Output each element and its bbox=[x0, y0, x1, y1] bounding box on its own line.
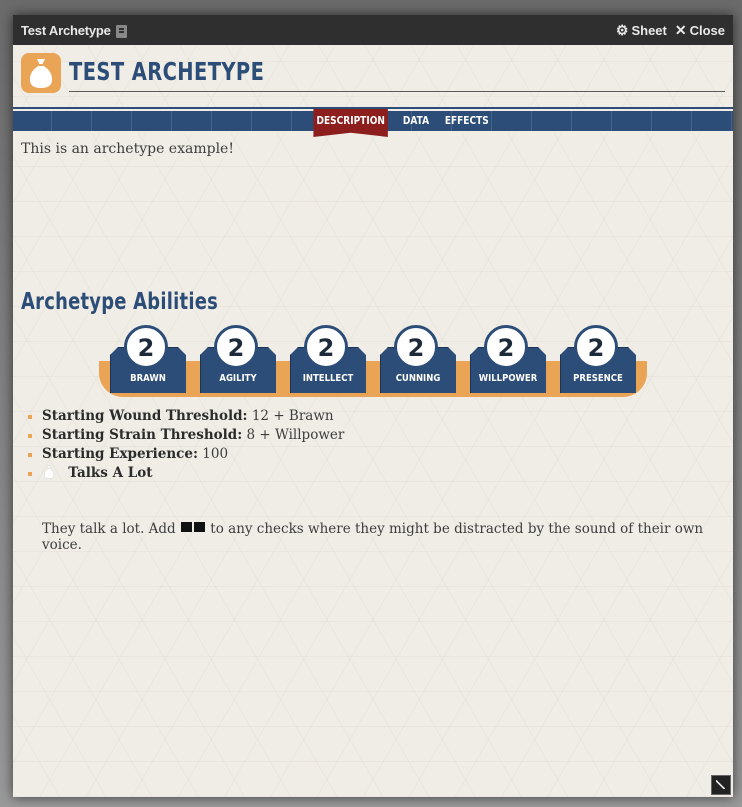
archetype-sheet-window: Test Archetype ⚙ Sheet ✕ Close TEST ARCH… bbox=[13, 15, 733, 797]
sheet-button-label: Sheet bbox=[631, 22, 667, 38]
stat-value: 100 bbox=[202, 446, 229, 462]
bag-icon bbox=[43, 465, 55, 479]
characteristic-value: 2 bbox=[304, 325, 348, 369]
characteristic-label: WILLPOWER bbox=[478, 373, 538, 384]
stat-key: Starting Experience: bbox=[42, 446, 198, 462]
stat-value: 12 + Brawn bbox=[251, 408, 334, 424]
close-button-label: Close bbox=[689, 22, 725, 38]
sheet-header: TEST ARCHETYPE bbox=[21, 53, 725, 95]
list-item: Starting Wound Threshold: 12 + Brawn bbox=[27, 407, 344, 426]
characteristic-value: 2 bbox=[124, 325, 168, 369]
talent-name: Talks A Lot bbox=[68, 465, 153, 481]
window-title: Test Archetype bbox=[21, 22, 111, 38]
characteristic-label: PRESENCE bbox=[573, 373, 623, 384]
list-item: Starting Strain Threshold: 8 + Willpower bbox=[27, 426, 344, 445]
tab-effects[interactable]: EFFECTS bbox=[442, 109, 492, 133]
window-titlebar[interactable]: Test Archetype ⚙ Sheet ✕ Close bbox=[13, 15, 733, 45]
characteristic-value: 2 bbox=[394, 325, 438, 369]
bag-icon bbox=[29, 59, 53, 88]
characteristic-value: 2 bbox=[574, 325, 618, 369]
characteristic-label: CUNNING bbox=[395, 373, 441, 384]
characteristic-label: AGILITY bbox=[219, 373, 257, 384]
stat-value: 8 + Willpower bbox=[246, 427, 345, 443]
sheet-tab-bar: DESCRIPTION DATA EFFECTS bbox=[13, 107, 733, 137]
characteristic-cunning: 2 CUNNING bbox=[380, 325, 456, 425]
characteristic-value: 2 bbox=[484, 325, 528, 369]
close-icon: ✕ bbox=[674, 21, 687, 38]
talent-description: They talk a lot. Add to any checks where… bbox=[42, 521, 704, 553]
talent-item[interactable]: Talks A Lot bbox=[27, 464, 344, 483]
sheet-body: TEST ARCHETYPE DESCRIPTION DATA EFFECTS … bbox=[13, 45, 733, 797]
characteristic-label: INTELLECT bbox=[302, 373, 354, 384]
setback-die-icon bbox=[181, 522, 192, 532]
list-item: Starting Experience: 100 bbox=[27, 445, 344, 464]
characteristic-label: BRAWN bbox=[130, 373, 166, 384]
description-text: This is an archetype example! bbox=[21, 141, 234, 157]
sheet-button[interactable]: ⚙ Sheet bbox=[616, 22, 667, 39]
tab-data[interactable]: DATA bbox=[400, 109, 433, 133]
archetype-name: TEST ARCHETYPE bbox=[69, 57, 265, 86]
stat-key: Starting Wound Threshold: bbox=[42, 408, 248, 424]
archetype-avatar[interactable] bbox=[21, 53, 61, 93]
close-button[interactable]: ✕ Close bbox=[675, 22, 725, 39]
characteristic-presence: 2 PRESENCE bbox=[560, 325, 636, 425]
compendium-book-icon[interactable] bbox=[115, 24, 127, 38]
abilities-heading: Archetype Abilities bbox=[21, 289, 219, 315]
resize-handle[interactable] bbox=[711, 775, 731, 795]
gear-icon: ⚙ bbox=[615, 21, 629, 38]
stat-key: Starting Strain Threshold: bbox=[42, 427, 243, 443]
tab-list: DESCRIPTION DATA EFFECTS bbox=[305, 109, 498, 139]
characteristic-value: 2 bbox=[214, 325, 258, 369]
ability-list: Starting Wound Threshold: 12 + Brawn Sta… bbox=[27, 407, 344, 483]
archetype-name-field[interactable]: TEST ARCHETYPE bbox=[69, 55, 725, 92]
characteristic-willpower: 2 WILLPOWER bbox=[470, 325, 546, 425]
tab-description[interactable]: DESCRIPTION bbox=[313, 109, 389, 137]
setback-die-icon bbox=[194, 522, 205, 532]
